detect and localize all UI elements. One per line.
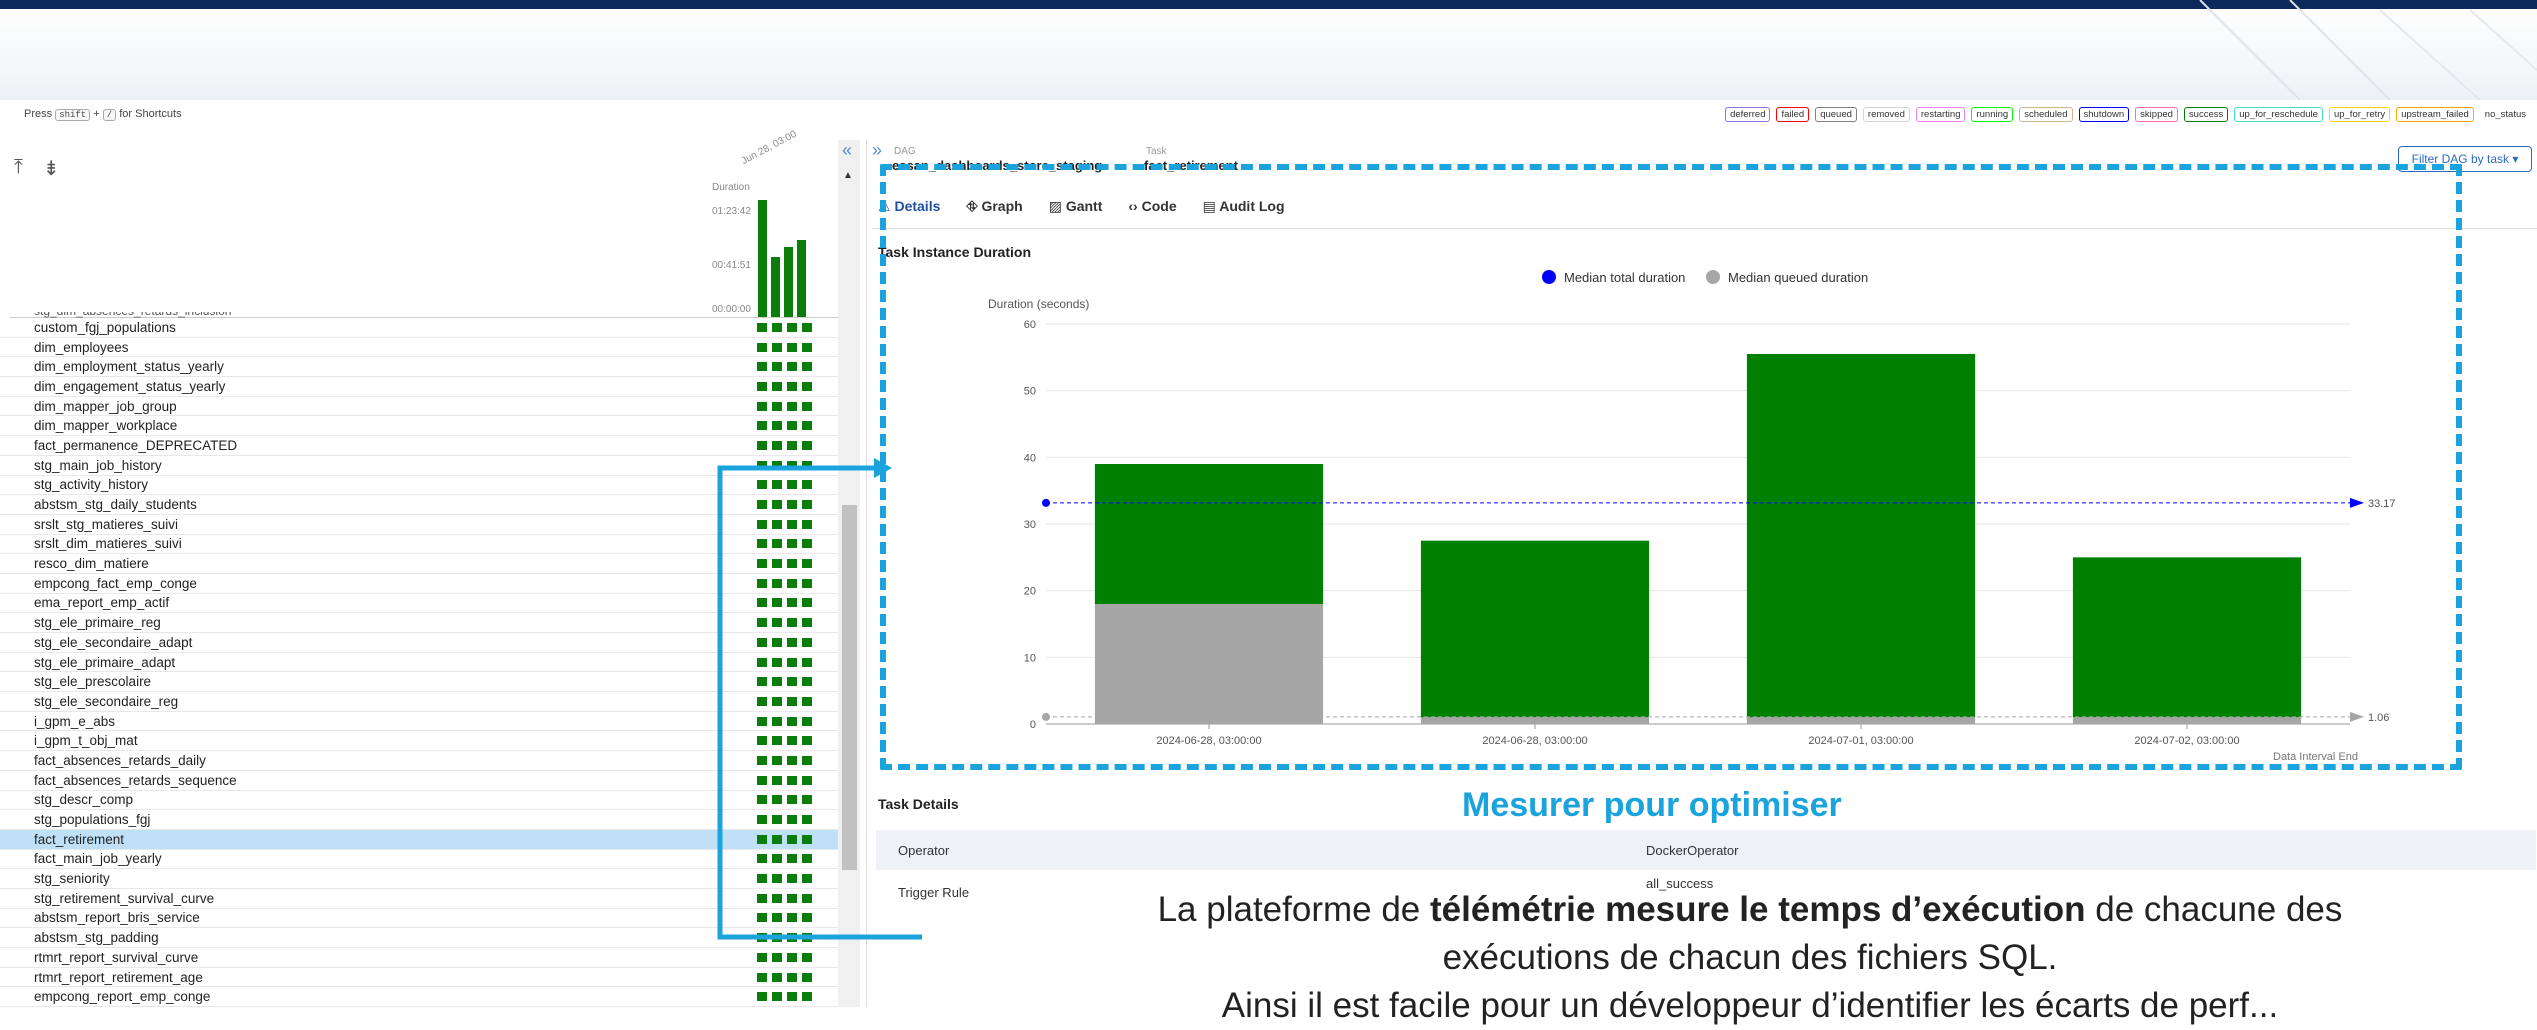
overlay-caption: La plateforme de télémétrie mesure le te… <box>1000 886 2500 1030</box>
caption-line-2: exécutions de chacun des fichiers SQL. <box>1442 938 2058 977</box>
caption-line-3: Ainsi il est facile pour un développeur … <box>1221 986 2279 1025</box>
detail-value: DockerOperator <box>1646 842 1739 858</box>
detail-key: Operator <box>898 842 950 858</box>
overlay-heading: Mesurer pour optimiser <box>1462 786 1842 824</box>
caption-line-1: La plateforme de télémétrie mesure le te… <box>1157 890 2343 929</box>
detail-key: Trigger Rule <box>898 884 970 900</box>
task-details-title: Task Details <box>878 796 959 812</box>
detail-row-operator: Operator DockerOperator <box>876 830 2536 870</box>
